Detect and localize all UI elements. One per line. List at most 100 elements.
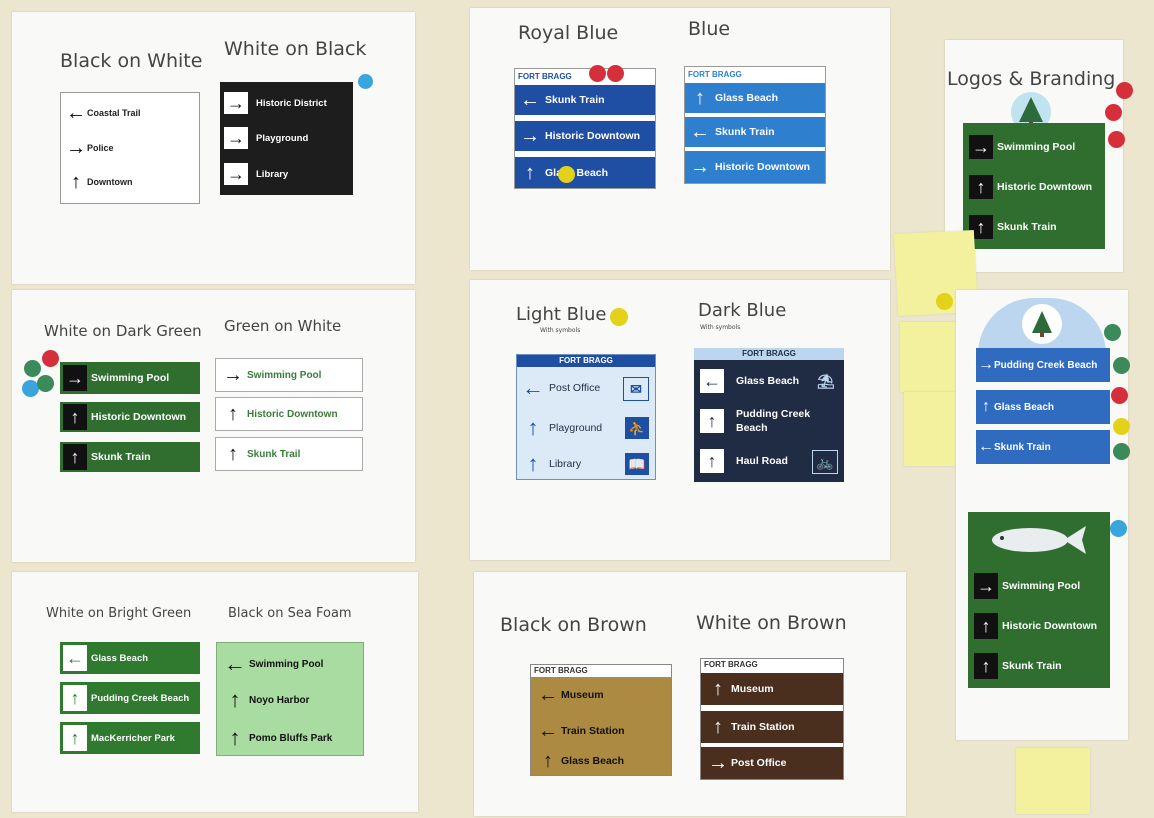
sign-row: ← Skunk Train [515, 85, 655, 115]
arrow-up-icon: ↑ [700, 409, 724, 433]
sign-row: ← Skunk Train [976, 430, 1110, 464]
sign-brand-header: FORT BRAGG [517, 355, 655, 367]
arrow-up-icon: ↑ [713, 678, 723, 700]
sign-label: Pomo Bluffs Park [249, 732, 333, 744]
panel-title-white-on-black: White on Black [224, 38, 367, 60]
vote-dot-blue [1110, 520, 1127, 537]
arrow-right-icon: → [708, 752, 728, 774]
vote-dot-red [1116, 82, 1133, 99]
sign-row: ↑ Playground ⛹ [517, 413, 655, 443]
arrow-up-icon: ↑ [700, 449, 724, 473]
sign-label: Police [87, 143, 114, 153]
panel-black-white: Black on White White on Black ← Coastal T… [12, 12, 415, 284]
envelope-icon: ✉ [623, 377, 649, 401]
bicycle-icon: 🚲 [812, 450, 838, 474]
sign-row: ← Post Office ✉ [517, 373, 655, 403]
panel-title-light-blue: Light Blue [516, 304, 607, 325]
sign-row: ← Glass Beach ⛱ [694, 366, 844, 396]
arrow-left-icon: ← [700, 369, 724, 393]
sign-row: ↑ Noyo Harbor [217, 685, 363, 715]
sign-label: Swimming Pool [1002, 580, 1081, 592]
arrow-up-icon: ↑ [229, 725, 241, 750]
arrow-up-icon: ↑ [229, 687, 241, 712]
arrow-up-icon: ↑ [974, 653, 998, 679]
sign-brand-header: FORT BRAGG [688, 70, 742, 79]
arrow-up-icon: ↑ [525, 161, 535, 184]
panel-subtitle-dark-blue: With symbols [700, 324, 741, 331]
sign-label: Glass Beach [736, 375, 800, 387]
sign-row: ↑ MacKerricher Park [60, 722, 200, 754]
arrow-left-icon: ← [522, 375, 544, 400]
panel-title-white-on-bright-green: White on Bright Green [46, 606, 192, 621]
arrow-left-icon: ← [978, 438, 994, 455]
arrow-left-icon: ← [538, 684, 558, 706]
sign-row: ↑ Historic Downtown [60, 402, 200, 432]
panel-title-blue: Blue [688, 18, 731, 40]
vote-dot-yellow [936, 293, 953, 310]
sign-label: Pudding Creek Beach [736, 408, 811, 434]
sign-label: Noyo Harbor [249, 694, 310, 706]
sign-row: ↑ Historic Downtown [963, 173, 1105, 201]
arrow-right-icon: → [520, 125, 540, 147]
panel-title-white-on-brown: White on Brown [696, 612, 847, 634]
sign-label: Post Office [549, 382, 601, 394]
sign-row: → Swimming Pool [60, 362, 200, 394]
arrow-up-icon: ↑ [527, 451, 539, 476]
panel-logos-bottom: → Pudding Creek Beach ↑ Glass Beach ← Skunk… [956, 290, 1128, 740]
sign-row: → Pudding Creek Beach [976, 348, 1110, 382]
sign-label: Museum [731, 683, 774, 695]
arrow-right-icon: → [978, 356, 994, 373]
arrow-right-icon: → [223, 364, 243, 386]
sign-label: Skunk Train [997, 221, 1057, 233]
sign-logo-blue: → Pudding Creek Beach ↑ Glass Beach ← Skunk… [976, 348, 1110, 466]
arrow-up-icon: ↑ [695, 87, 705, 109]
sign-row: ↑ Skunk Train [60, 442, 200, 472]
sign-dark-blue: FORT BRAGG ← Glass Beach ⛱ ↑ Pudding Creek … [694, 348, 844, 482]
sign-label: Train Station [731, 721, 795, 733]
sign-row: ↑ Pudding Creek Beach [60, 682, 200, 714]
sign-label: Swimming Pool [997, 141, 1076, 153]
vote-dot-red [607, 65, 624, 82]
sign-row: → Historic Downtown [685, 151, 825, 183]
sign-label: Skunk Train [715, 126, 775, 138]
sign-row: ↑ Skunk Train [963, 213, 1105, 241]
vote-dot-red [1105, 104, 1122, 121]
sign-label: Historic Downtown [91, 411, 187, 423]
sign-label: Post Office [731, 757, 787, 769]
sign-row: ↑ Historic Downtown [215, 397, 363, 431]
arrow-right-icon: → [66, 137, 86, 159]
sign-row: ↑ Skunk Train [968, 652, 1110, 680]
sign-row: ↑ Pudding Creek Beach [694, 402, 844, 440]
sign-label: Pudding Creek Beach [994, 359, 1098, 371]
sign-label: Coastal Trail [87, 108, 141, 118]
sign-row: ← Museum [531, 681, 671, 709]
sign-row: → Library [220, 161, 353, 187]
sign-row: → Historic District [220, 90, 353, 116]
sign-black-on-brown: FORT BRAGG ← Museum ← Train Station ↑ Glass… [530, 664, 672, 776]
sign-row: → Historic Downtown [515, 121, 655, 151]
arrow-up-icon: ↑ [228, 443, 238, 465]
corkboard: Black on White White on Black ← Coastal T… [0, 0, 1154, 818]
sign-label: Historic Downtown [997, 181, 1093, 193]
sign-label: Pudding Creek Beach [91, 692, 190, 704]
sign-label: Swimming Pool [249, 658, 324, 670]
sign-row: → Swimming Pool [963, 133, 1105, 161]
panel-title-white-on-dark-green: White on Dark Green [44, 322, 202, 340]
sign-row: ↑ Downtown [61, 170, 199, 194]
tree-badge-icon [978, 298, 1106, 354]
sign-black-on-white: ← Coastal Trail → Police ↑ Downtown [60, 92, 200, 204]
arrow-up-icon: ↑ [63, 444, 87, 470]
arrow-left-icon: ← [690, 121, 710, 143]
sign-label: Playground [256, 132, 309, 144]
arrow-up-icon: ↑ [63, 404, 87, 430]
panel-title-black-on-brown: Black on Brown [500, 614, 647, 636]
sign-row: ↑ Glass Beach [976, 390, 1110, 424]
sign-row: ← Skunk Train [685, 117, 825, 147]
sign-row: ↑ Library 📖 [517, 449, 655, 479]
vote-dot-red [42, 350, 59, 367]
arrow-left-icon: ← [520, 89, 540, 111]
arrow-up-icon: ↑ [63, 685, 87, 711]
vote-dot-red [589, 65, 606, 82]
sign-light-blue: FORT BRAGG ← Post Office ✉ ↑ Playground ⛹ ↑ L… [516, 354, 656, 480]
sign-row: ↑ Glass Beach [685, 83, 825, 113]
